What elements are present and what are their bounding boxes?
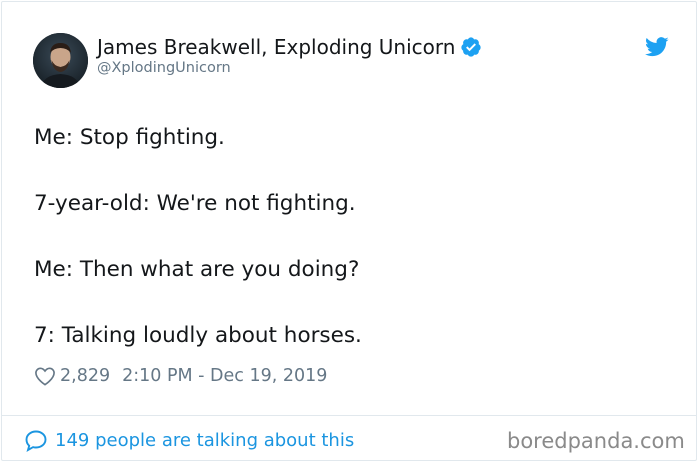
author-row: James Breakwell, Exploding Unicorn: [97, 33, 482, 61]
author-name[interactable]: James Breakwell, Exploding Unicorn: [97, 35, 455, 59]
watermark: boredpanda.com: [507, 429, 685, 453]
heart-icon[interactable]: [34, 366, 56, 386]
tweet-timestamp[interactable]: 2:10 PM - Dec 19, 2019: [122, 366, 327, 386]
speech-bubble-icon: [25, 430, 47, 452]
tweet-card: James Breakwell, Exploding Unicorn @Xplo…: [1, 1, 697, 461]
author-handle[interactable]: @XplodingUnicorn: [97, 60, 231, 76]
twitter-bird-icon[interactable]: [645, 37, 669, 57]
conversation-link[interactable]: 149 people are talking about this: [24, 429, 354, 452]
conversation-label[interactable]: 149 people are talking about this: [55, 430, 354, 451]
avatar[interactable]: [33, 33, 88, 88]
tweet-line: Me: Then what are you doing?: [34, 257, 360, 282]
tweet-meta: 2,829 2:10 PM - Dec 19, 2019: [34, 366, 327, 386]
avatar-photo: [33, 33, 88, 88]
like-count[interactable]: 2,829: [60, 366, 110, 386]
verified-badge-icon: [461, 37, 482, 57]
tweet-line: Me: Stop fighting.: [34, 125, 225, 150]
tweet-line: 7: Talking loudly about horses.: [34, 323, 362, 348]
tweet-line: 7-year-old: We're not fighting.: [34, 191, 356, 216]
divider: [2, 415, 696, 416]
